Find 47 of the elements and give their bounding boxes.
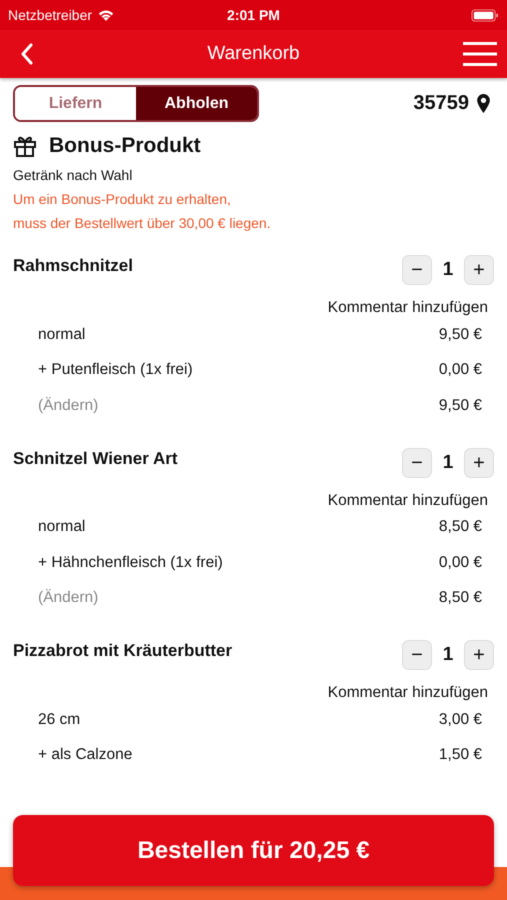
location-pin-icon[interactable] — [477, 94, 490, 113]
decrease-button[interactable]: − — [402, 255, 432, 285]
add-comment-link[interactable]: Kommentar hinzufügen — [328, 684, 488, 702]
battery-icon — [471, 8, 499, 22]
decrease-button[interactable]: − — [402, 640, 432, 670]
quantity: 1 — [442, 452, 454, 474]
section-title: Bonus-Produkt — [49, 134, 201, 158]
screen-title: Warenkorb — [207, 43, 300, 65]
increase-button[interactable]: + — [464, 448, 494, 478]
item-name: Rahmschnitzel — [13, 256, 133, 276]
status-time: 2:01 PM — [227, 7, 280, 23]
postcode: 35759 — [413, 92, 469, 115]
option-price: 8,50 € — [438, 589, 482, 608]
option-price: 8,50 € — [438, 518, 482, 536]
bonus-notice: muss der Bestellwert über 30,00 € liegen. — [13, 215, 272, 231]
option-price: 9,50 € — [438, 396, 482, 415]
carrier-name: Netzbetreiber — [8, 7, 92, 23]
wifi-icon — [97, 8, 116, 22]
option-price: 0,00 € — [438, 554, 482, 572]
quantity: 1 — [442, 644, 454, 666]
mode-tab[interactable]: Abholen — [136, 87, 257, 120]
option-label: 26 cm — [38, 710, 80, 729]
quantity: 1 — [442, 259, 454, 281]
option-price: 1,50 € — [438, 746, 482, 764]
option-price: 9,50 € — [438, 326, 482, 344]
add-comment-link[interactable]: Kommentar hinzufügen — [328, 492, 488, 510]
option-label: normal — [38, 326, 86, 344]
add-comment-link[interactable]: Kommentar hinzufügen — [328, 299, 488, 317]
option-label: normal — [38, 518, 86, 536]
option-label: + Hähnchenfleisch (1x frei) — [38, 554, 223, 572]
option-price: 3,00 € — [438, 710, 482, 729]
order-button[interactable]: Bestellen für 20,25 € — [13, 815, 494, 886]
option-label: + Putenfleisch (1x frei) — [38, 361, 193, 380]
option-label: + als Calzone — [38, 746, 132, 764]
option-price: 0,00 € — [438, 361, 482, 380]
change-link[interactable]: (Ändern) — [38, 396, 98, 415]
increase-button[interactable]: + — [464, 255, 494, 285]
menu-icon[interactable] — [463, 42, 497, 66]
gift-icon — [13, 134, 37, 158]
bonus-notice: Um ein Bonus-Produkt zu erhalten, — [13, 191, 232, 207]
increase-button[interactable]: + — [464, 640, 494, 670]
bonus-description: Getränk nach Wahl — [13, 167, 134, 183]
change-link[interactable]: (Ändern) — [38, 589, 98, 608]
item-name: Pizzabrot mit Kräuterbutter — [13, 641, 232, 661]
back-icon[interactable] — [20, 43, 34, 65]
decrease-button[interactable]: − — [402, 448, 432, 478]
item-name: Schnitzel Wiener Art — [13, 448, 178, 468]
